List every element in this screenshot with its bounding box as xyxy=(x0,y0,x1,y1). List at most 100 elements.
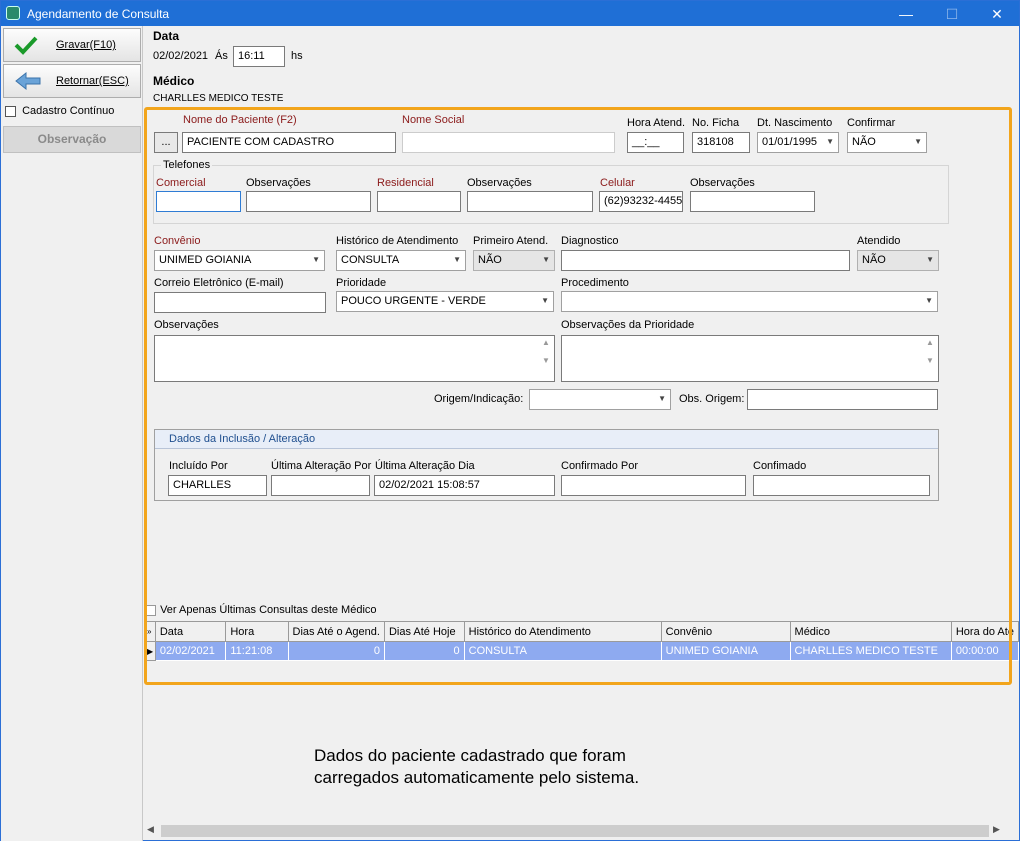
scroll-right-icon[interactable]: ▶ xyxy=(993,824,1000,835)
time-input[interactable]: 16:11 xyxy=(233,46,285,67)
medico-title: Médico xyxy=(153,74,195,88)
convenio-label: Convênio xyxy=(154,235,201,247)
confimado-input[interactable] xyxy=(753,475,930,496)
atendido-label: Atendido xyxy=(857,235,901,247)
scroll-left-icon[interactable]: ◀ xyxy=(147,824,154,835)
obs-origem-input[interactable] xyxy=(747,389,938,410)
atendido-select[interactable]: NÃO ▼ xyxy=(857,250,939,271)
historico-select[interactable]: CONSULTA ▼ xyxy=(336,250,466,271)
checkbox[interactable] xyxy=(5,105,16,117)
column-header[interactable]: Hora xyxy=(225,621,289,642)
obs-textarea[interactable]: ▲ ▼ xyxy=(154,335,555,382)
residencial-input[interactable] xyxy=(377,191,461,212)
continuous-checkbox[interactable]: Cadastro Contínuo xyxy=(5,105,114,117)
minimize-button[interactable]: — xyxy=(889,3,923,25)
incluido-input[interactable]: CHARLLES xyxy=(168,475,267,496)
primeiro-label: Primeiro Atend. xyxy=(473,235,549,247)
obs-origem-label: Obs. Origem: xyxy=(679,393,745,405)
medico-name: CHARLLES MEDICO TESTE xyxy=(153,93,284,104)
table-cell[interactable]: UNIMED GOIANIA xyxy=(660,641,791,661)
window-title: Agendamento de Consulta xyxy=(27,7,170,21)
nasc-label: Dt. Nascimento xyxy=(757,117,833,129)
confirmado-input[interactable] xyxy=(561,475,746,496)
obs-label: Observações xyxy=(154,319,219,331)
arrow-left-icon xyxy=(15,71,41,91)
data-title: Data xyxy=(153,29,180,43)
back-button[interactable]: Retornar(ESC) xyxy=(3,64,141,98)
prioridade-label: Prioridade xyxy=(336,277,387,289)
close-button[interactable]: ✕ xyxy=(980,3,1014,25)
column-header[interactable]: Dias Até o Agend. xyxy=(287,621,385,642)
save-button[interactable]: Gravar(F10) xyxy=(3,28,141,62)
ult-alt-dia-label: Última Alteração Dia xyxy=(375,460,475,472)
column-header[interactable]: Histórico do Atendimento xyxy=(463,621,662,642)
checkbox[interactable] xyxy=(145,604,156,616)
patient-lookup-button[interactable]: ... xyxy=(154,132,178,153)
social-name-input[interactable] xyxy=(402,132,615,153)
ult-alt-por-label: Última Alteração Por xyxy=(271,460,372,472)
scrollbar[interactable]: ▲ ▼ xyxy=(539,338,553,379)
maximize-button[interactable]: ☐ xyxy=(935,3,969,25)
confirmar-select[interactable]: NÃO ▼ xyxy=(847,132,927,153)
app-window: Agendamento de Consulta — ☐ ✕ Gravar(F10… xyxy=(0,0,1020,841)
table-cell[interactable]: CONSULTA xyxy=(463,641,662,661)
email-label: Correio Eletrônico (E-mail) xyxy=(154,277,284,289)
historico-label: Histórico de Atendimento xyxy=(336,235,459,247)
history-table[interactable]: » Data Hora Dias Até o Agend. Dias Até H… xyxy=(146,621,1020,661)
column-header[interactable]: Data xyxy=(154,621,227,642)
column-header[interactable]: Convênio xyxy=(660,621,791,642)
title-bar[interactable]: Agendamento de Consulta — ☐ ✕ xyxy=(1,1,1019,26)
chevron-down-icon: ▼ xyxy=(826,137,834,146)
ult-alt-por-input[interactable] xyxy=(271,475,370,496)
hora-label: Hora Atend. xyxy=(627,117,686,129)
column-header[interactable]: Dias Até Hoje xyxy=(383,621,465,642)
ficha-input[interactable]: 318108 xyxy=(692,132,750,153)
hora-input[interactable]: __:__ xyxy=(627,132,684,153)
email-input[interactable] xyxy=(154,292,326,313)
table-row[interactable]: ▶ 02/02/2021 11:21:08 0 0 CONSULTA UNIME… xyxy=(146,641,1020,661)
chevron-down-icon: ▼ xyxy=(658,394,666,403)
nasc-picker[interactable]: 01/01/1995 ▼ xyxy=(757,132,839,153)
table-cell[interactable]: 00:00:00 xyxy=(950,641,1020,661)
residencial-label: Residencial xyxy=(377,177,434,189)
prioridade-select[interactable]: POUCO URGENTE - VERDE ▼ xyxy=(336,291,554,312)
patient-name-label: Nome do Paciente (F2) xyxy=(183,114,297,126)
scroll-thumb[interactable] xyxy=(161,825,989,837)
chevron-down-icon: ▼ xyxy=(926,255,934,264)
obs3-input[interactable] xyxy=(690,191,815,212)
origem-select[interactable]: ▼ xyxy=(529,389,671,410)
confirmar-label: Confirmar xyxy=(847,117,896,129)
column-header[interactable]: Hora do Ate xyxy=(950,621,1020,642)
procedimento-select[interactable]: ▼ xyxy=(561,291,938,312)
patient-name-input[interactable]: PACIENTE COM CADASTRO xyxy=(182,132,396,153)
obs-prioridade-textarea[interactable]: ▲ ▼ xyxy=(561,335,939,382)
ult-alt-dia-input[interactable]: 02/02/2021 15:08:57 xyxy=(374,475,555,496)
phones-group-label: Telefones xyxy=(161,159,213,171)
obs2-label: Observações xyxy=(467,177,532,189)
diagnostico-input[interactable] xyxy=(561,250,850,271)
scrollbar[interactable]: ▲ ▼ xyxy=(923,338,937,379)
table-cell[interactable]: CHARLLES MEDICO TESTE xyxy=(789,641,952,661)
table-header: » Data Hora Dias Até o Agend. Dias Até H… xyxy=(146,621,1020,642)
column-header[interactable]: Médico xyxy=(789,621,952,642)
date-value: 02/02/2021 xyxy=(153,50,209,62)
table-cell[interactable]: 0 xyxy=(287,641,385,661)
comercial-label: Comercial xyxy=(156,177,206,189)
chevron-down-icon: ▼ xyxy=(453,255,461,264)
table-cell[interactable]: 11:21:08 xyxy=(225,641,289,661)
table-cell[interactable]: 0 xyxy=(383,641,465,661)
obs2-input[interactable] xyxy=(467,191,593,212)
comercial-input[interactable] xyxy=(156,191,241,212)
celular-input[interactable]: (62)93232-4455 xyxy=(599,191,683,212)
history-filter[interactable]: Ver Apenas Últimas Consultas deste Médic… xyxy=(145,604,377,616)
row-indicator-icon: ▶ xyxy=(146,641,156,661)
observation-button[interactable]: Observação xyxy=(3,126,141,153)
confimado-label: Confimado xyxy=(753,460,807,472)
obs1-input[interactable] xyxy=(246,191,371,212)
primeiro-select[interactable]: NÃO ▼ xyxy=(473,250,555,271)
table-cell[interactable]: 02/02/2021 xyxy=(154,641,227,661)
inclusao-title: Dados da Inclusão / Alteração xyxy=(155,430,938,449)
convenio-select[interactable]: UNIMED GOIANIA ▼ xyxy=(154,250,325,271)
incluido-label: Incluído Por xyxy=(169,460,228,472)
horizontal-scrollbar[interactable]: ◀ ▶ xyxy=(145,823,1007,839)
